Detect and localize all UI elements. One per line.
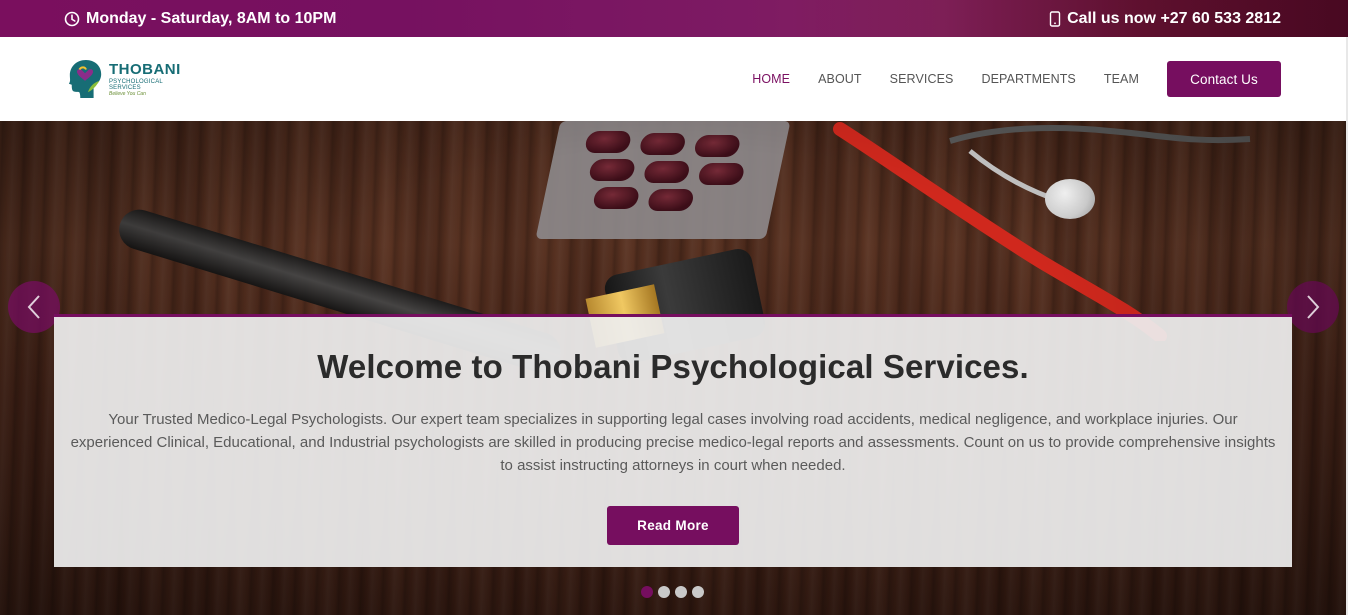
logo-tagline: Believe You Can: [108, 90, 146, 97]
nav-item-services[interactable]: SERVICES: [890, 72, 954, 86]
hero-description: Your Trusted Medico-Legal Psychologists.…: [70, 411, 1276, 474]
slider-dot-3[interactable]: [675, 586, 687, 598]
chevron-right-icon: [1307, 295, 1320, 319]
nav-item-team[interactable]: TEAM: [1104, 72, 1139, 86]
slider-dot-1[interactable]: [641, 586, 653, 598]
business-hours: Monday - Saturday, 8AM to 10PM: [64, 0, 336, 37]
main-navigation: HOME ABOUT SERVICES DEPARTMENTS TEAM Con…: [724, 61, 1281, 97]
head-silhouette-logo-icon: [68, 60, 102, 98]
phone-contact[interactable]: Call us now +27 60 533 2812: [1049, 0, 1281, 37]
mobile-phone-icon: [1049, 10, 1061, 27]
phone-text[interactable]: Call us now +27 60 533 2812: [1067, 10, 1281, 28]
slider-dot-4[interactable]: [692, 586, 704, 598]
logo-subtitle: PSYCHOLOGICAL SERVICES: [108, 78, 163, 91]
top-info-bar: Monday - Saturday, 8AM to 10PM Call us n…: [0, 0, 1348, 37]
nav-item-home[interactable]: HOME: [752, 72, 790, 86]
business-hours-text: Monday - Saturday, 8AM to 10PM: [86, 9, 337, 27]
hero-slider: Welcome to Thobani Psychological Service…: [0, 121, 1348, 615]
slider-dot-2[interactable]: [658, 586, 670, 598]
slider-prev-button[interactable]: [8, 281, 60, 333]
nav-item-departments[interactable]: DEPARTMENTS: [981, 72, 1075, 86]
site-logo[interactable]: THOBANI PSYCHOLOGICAL SERVICES Believe Y…: [67, 57, 192, 101]
nav-item-about[interactable]: ABOUT: [818, 72, 862, 86]
read-more-button[interactable]: Read More: [607, 506, 739, 545]
hero-heading: Welcome to Thobani Psychological Service…: [317, 348, 1029, 385]
contact-us-button[interactable]: Contact Us: [1167, 61, 1281, 97]
logo-title: THOBANI: [108, 60, 181, 78]
clock-icon: [64, 11, 80, 27]
slider-next-button[interactable]: [1287, 281, 1339, 333]
site-header: THOBANI PSYCHOLOGICAL SERVICES Believe Y…: [0, 37, 1348, 121]
chevron-left-icon: [27, 295, 40, 319]
hero-caption-box: Welcome to Thobani Psychological Service…: [54, 314, 1292, 567]
slider-pagination: [641, 586, 709, 598]
